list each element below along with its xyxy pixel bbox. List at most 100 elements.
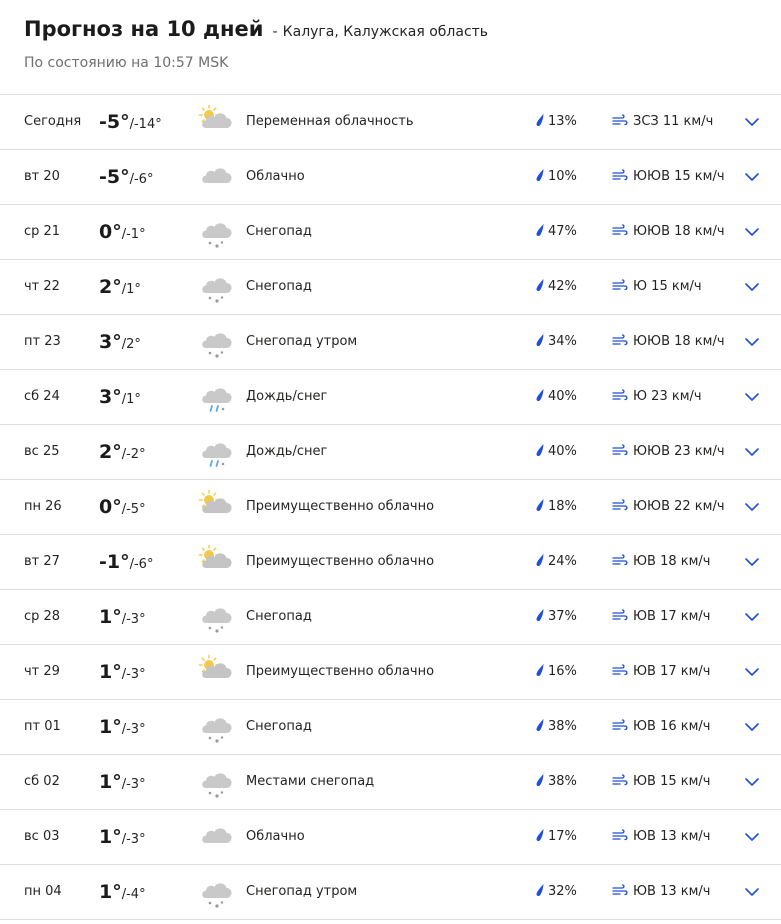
- precip-value: 24%: [548, 554, 577, 569]
- title-separator: -: [272, 24, 278, 40]
- high-temp: 1°: [99, 826, 122, 848]
- wind-info: ЮЮВ 22 км/ч: [612, 480, 725, 534]
- chevron-down-icon[interactable]: [744, 95, 760, 149]
- raindrop-icon: [535, 499, 548, 514]
- chevron-down-icon[interactable]: [744, 425, 760, 479]
- low-temp: /-6°: [129, 172, 154, 187]
- wind-value: ЮЮВ 18 км/ч: [633, 224, 725, 239]
- forecast-row[interactable]: вс 03 1°/-3° Облачно 17% ЮВ 13 км/ч: [0, 810, 781, 865]
- chevron-down-icon[interactable]: [744, 590, 760, 644]
- low-temp: /-1°: [121, 227, 146, 242]
- chevron-down-icon[interactable]: [744, 370, 760, 424]
- wind-value: ЮЮВ 23 км/ч: [633, 444, 725, 459]
- wind-value: ЮВ 13 км/ч: [633, 829, 711, 844]
- forecast-row[interactable]: пт 01 1°/-3° Снегопад 38% ЮВ 16 км/ч: [0, 700, 781, 755]
- forecast-row[interactable]: Сегодня -5°/-14° Переменная облачность 1…: [0, 95, 781, 150]
- forecast-row[interactable]: сб 02 1°/-3° Местами снегопад 38% ЮВ 15 …: [0, 755, 781, 810]
- mostly-cloudy-icon: [198, 480, 236, 534]
- chevron-down-icon[interactable]: [744, 645, 760, 699]
- wind-info: ЮЮВ 18 км/ч: [612, 205, 725, 259]
- chevron-down-icon[interactable]: [744, 480, 760, 534]
- precip-value: 10%: [548, 169, 577, 184]
- day-label: вт 20: [24, 169, 60, 184]
- precipitation-chance: 34%: [535, 315, 577, 369]
- precip-value: 37%: [548, 609, 577, 624]
- raindrop-icon: [535, 609, 548, 624]
- wind-info: ЮВ 15 км/ч: [612, 755, 710, 809]
- high-temp: 1°: [99, 716, 122, 738]
- precipitation-chance: 40%: [535, 425, 577, 479]
- precipitation-chance: 18%: [535, 480, 577, 534]
- snow-icon: [198, 865, 236, 919]
- forecast-row[interactable]: чт 22 2°/1° Снегопад 42% Ю 15 км/ч: [0, 260, 781, 315]
- cloudy-icon: [198, 810, 236, 864]
- weather-phrase: Снегопад: [246, 224, 312, 239]
- chevron-down-icon[interactable]: [744, 810, 760, 864]
- low-temp: /-6°: [129, 557, 154, 572]
- forecast-row[interactable]: пн 26 0°/-5° Преимущественно облачно 18%…: [0, 480, 781, 535]
- day-label: сб 24: [24, 389, 60, 404]
- wind-icon: [612, 664, 633, 679]
- precip-value: 40%: [548, 389, 577, 404]
- raindrop-icon: [535, 554, 548, 569]
- precipitation-chance: 38%: [535, 700, 577, 754]
- wind-value: ЗСЗ 11 км/ч: [633, 114, 714, 129]
- temperature-range: 0°/-1°: [99, 205, 146, 259]
- snow-icon: [198, 590, 236, 644]
- day-label: вс 25: [24, 444, 60, 459]
- raindrop-icon: [535, 169, 548, 184]
- weather-phrase: Переменная облачность: [246, 114, 414, 129]
- high-temp: -5°: [99, 166, 130, 188]
- forecast-row[interactable]: вт 27 -1°/-6° Преимущественно облачно 24…: [0, 535, 781, 590]
- forecast-row[interactable]: вс 25 2°/-2° Дождь/снег 40% ЮЮВ 23 км/ч: [0, 425, 781, 480]
- forecast-row[interactable]: ср 21 0°/-1° Снегопад 47% ЮЮВ 18 км/ч: [0, 205, 781, 260]
- high-temp: 0°: [99, 221, 122, 243]
- weather-phrase: Облачно: [246, 169, 305, 184]
- high-temp: -1°: [99, 551, 130, 573]
- chevron-down-icon[interactable]: [744, 150, 760, 204]
- temperature-range: 1°/-3°: [99, 700, 146, 754]
- forecast-row[interactable]: вт 20 -5°/-6° Облачно 10% ЮЮВ 15 км/ч: [0, 150, 781, 205]
- chevron-down-icon[interactable]: [744, 260, 760, 314]
- high-temp: 2°: [99, 441, 122, 463]
- wind-info: ЮВ 13 км/ч: [612, 865, 710, 919]
- forecast-row[interactable]: ср 28 1°/-3° Снегопад 37% ЮВ 17 км/ч: [0, 590, 781, 645]
- chevron-down-icon[interactable]: [744, 865, 760, 919]
- partly-cloudy-icon: [198, 95, 236, 149]
- raindrop-icon: [535, 389, 548, 404]
- wind-value: ЮЮВ 18 км/ч: [633, 334, 725, 349]
- wind-icon: [612, 169, 633, 184]
- high-temp: 1°: [99, 771, 122, 793]
- chevron-down-icon[interactable]: [744, 205, 760, 259]
- forecast-row[interactable]: сб 24 3°/1° Дождь/снег 40% Ю 23 км/ч: [0, 370, 781, 425]
- high-temp: -5°: [99, 111, 130, 133]
- forecast-row[interactable]: чт 29 1°/-3° Преимущественно облачно 16%…: [0, 645, 781, 700]
- day-label: ср 21: [24, 224, 61, 239]
- chevron-down-icon[interactable]: [744, 700, 760, 754]
- title-line: Прогноз на 10 дней - Калуга, Калужская о…: [24, 14, 781, 47]
- mostly-cloudy-icon: [198, 645, 236, 699]
- day-label: вс 03: [24, 829, 60, 844]
- high-temp: 1°: [99, 606, 122, 628]
- wind-icon: [612, 554, 633, 569]
- weather-phrase: Снегопад утром: [246, 884, 358, 899]
- raindrop-icon: [535, 774, 548, 789]
- page-title: Прогноз на 10 дней: [24, 17, 264, 41]
- chevron-down-icon[interactable]: [744, 535, 760, 589]
- chevron-down-icon[interactable]: [744, 315, 760, 369]
- wind-info: ЮВ 17 км/ч: [612, 590, 710, 644]
- temperature-range: 0°/-5°: [99, 480, 146, 534]
- forecast-row[interactable]: пн 04 1°/-4° Снегопад утром 32% ЮВ 13 км…: [0, 865, 781, 920]
- forecast-row[interactable]: пт 23 3°/2° Снегопад утром 34% ЮЮВ 18 км…: [0, 315, 781, 370]
- wind-value: ЮВ 17 км/ч: [633, 664, 711, 679]
- raindrop-icon: [535, 884, 548, 899]
- precipitation-chance: 17%: [535, 810, 577, 864]
- wind-icon: [612, 719, 633, 734]
- precipitation-chance: 10%: [535, 150, 577, 204]
- daily-forecast-list: Сегодня -5°/-14° Переменная облачность 1…: [0, 94, 781, 920]
- wind-icon: [612, 774, 633, 789]
- weather-phrase: Облачно: [246, 829, 305, 844]
- wind-value: ЮВ 17 км/ч: [633, 609, 711, 624]
- chevron-down-icon[interactable]: [744, 755, 760, 809]
- rain-snow-icon: [198, 370, 236, 424]
